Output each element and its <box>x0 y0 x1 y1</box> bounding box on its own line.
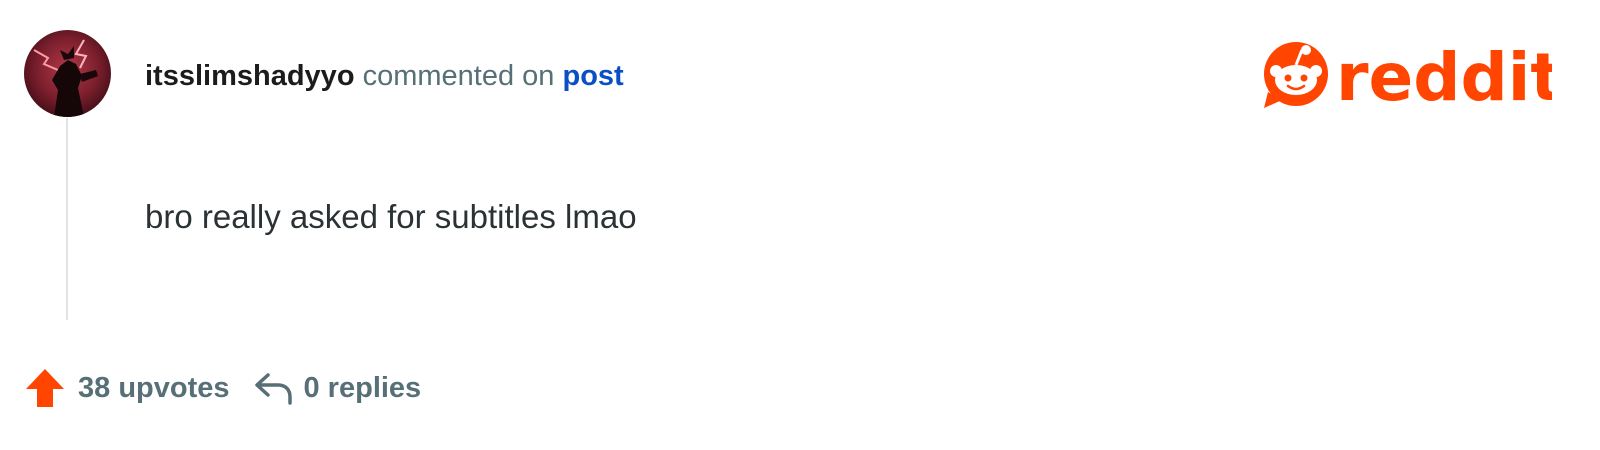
comment-footer: 38 upvotes 0 replies <box>24 366 421 410</box>
user-avatar[interactable] <box>24 30 111 117</box>
reply-count: 0 replies <box>303 371 422 404</box>
reddit-wordmark: reddit <box>1336 39 1552 110</box>
reddit-logo[interactable]: reddit <box>1262 38 1562 116</box>
upvote-count: 38 upvotes <box>78 371 230 404</box>
avatar-image <box>24 30 111 117</box>
thread-line <box>66 118 68 320</box>
reply-arrow-icon[interactable] <box>252 367 294 409</box>
username-link[interactable]: itsslimshadyyo <box>145 60 355 92</box>
arrow-up-icon[interactable] <box>24 367 66 409</box>
reddit-snoo-logo-icon <box>1264 42 1328 108</box>
commented-on-text: commented on <box>362 60 555 92</box>
comment-body: bro really asked for subtitles lmao <box>145 198 637 235</box>
comment-header: itsslimshadyyo commented on post <box>145 56 624 96</box>
post-link[interactable]: post <box>562 60 623 92</box>
